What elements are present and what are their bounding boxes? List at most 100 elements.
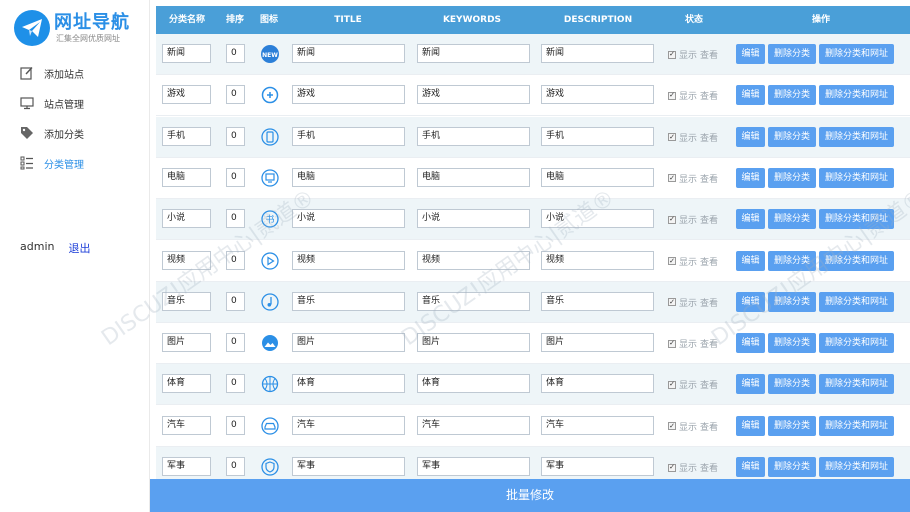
delete-category-button[interactable]: 删除分类: [768, 374, 816, 395]
category-name-input[interactable]: 手机: [162, 126, 211, 146]
edit-button[interactable]: 编辑: [736, 209, 765, 230]
sort-input[interactable]: 0: [226, 333, 245, 353]
show-checkbox[interactable]: ✓: [668, 422, 676, 431]
sidebar-item-category-manage[interactable]: 分类管理: [18, 148, 84, 178]
status-view-link[interactable]: 查看: [700, 172, 718, 185]
delete-category-button[interactable]: 删除分类: [768, 126, 816, 147]
category-name-input[interactable]: 汽车: [162, 415, 211, 435]
show-checkbox[interactable]: ✓: [668, 174, 676, 183]
sort-input[interactable]: 0: [226, 457, 245, 476]
edit-button[interactable]: 编辑: [736, 291, 765, 312]
title-input[interactable]: 汽车: [292, 415, 405, 435]
category-name-input[interactable]: 新闻: [162, 44, 211, 63]
game-icon[interactable]: [260, 85, 280, 105]
logo[interactable]: 网址导航 汇集全网优质网址: [14, 8, 144, 48]
category-name-input[interactable]: 视频: [162, 250, 211, 270]
book-icon[interactable]: 书: [260, 209, 280, 229]
delete-category-button[interactable]: 删除分类: [768, 44, 816, 64]
edit-button[interactable]: 编辑: [736, 415, 765, 436]
status-view-link[interactable]: 查看: [700, 378, 718, 391]
title-input[interactable]: 小说: [292, 209, 405, 229]
title-input[interactable]: 音乐: [292, 291, 405, 311]
status-view-link[interactable]: 查看: [700, 213, 718, 226]
description-input[interactable]: 电脑: [541, 167, 654, 187]
description-input[interactable]: 视频: [541, 250, 654, 270]
category-name-input[interactable]: 小说: [162, 209, 211, 229]
delete-category-and-sites-button[interactable]: 删除分类和网址: [819, 457, 894, 477]
title-input[interactable]: 游戏: [292, 85, 405, 105]
description-input[interactable]: 音乐: [541, 291, 654, 311]
description-input[interactable]: 汽车: [541, 415, 654, 435]
delete-category-and-sites-button[interactable]: 删除分类和网址: [819, 126, 894, 147]
description-input[interactable]: 军事: [541, 457, 654, 476]
title-input[interactable]: 体育: [292, 374, 405, 394]
delete-category-button[interactable]: 删除分类: [768, 209, 816, 230]
edit-button[interactable]: 编辑: [736, 457, 765, 477]
title-input[interactable]: 军事: [292, 457, 405, 476]
delete-category-button[interactable]: 删除分类: [768, 333, 816, 354]
delete-category-and-sites-button[interactable]: 删除分类和网址: [819, 44, 894, 64]
sidebar-item-add-site[interactable]: 添加站点: [18, 58, 84, 88]
title-input[interactable]: 电脑: [292, 167, 405, 187]
delete-category-and-sites-button[interactable]: 删除分类和网址: [819, 167, 894, 188]
delete-category-button[interactable]: 删除分类: [768, 250, 816, 271]
title-input[interactable]: 新闻: [292, 44, 405, 63]
keywords-input[interactable]: 视频: [417, 250, 530, 270]
sort-input[interactable]: 0: [226, 44, 245, 63]
play-icon[interactable]: [260, 251, 280, 271]
category-name-input[interactable]: 游戏: [162, 85, 211, 105]
picture-icon[interactable]: [260, 333, 280, 353]
description-input[interactable]: 新闻: [541, 44, 654, 63]
car-icon[interactable]: [260, 416, 280, 436]
sort-input[interactable]: 0: [226, 374, 245, 394]
delete-category-and-sites-button[interactable]: 删除分类和网址: [819, 85, 894, 106]
show-checkbox[interactable]: ✓: [668, 380, 676, 389]
delete-category-and-sites-button[interactable]: 删除分类和网址: [819, 415, 894, 436]
status-view-link[interactable]: 查看: [700, 48, 718, 61]
category-name-input[interactable]: 电脑: [162, 167, 211, 187]
delete-category-and-sites-button[interactable]: 删除分类和网址: [819, 250, 894, 271]
computer-icon[interactable]: [260, 168, 280, 188]
keywords-input[interactable]: 手机: [417, 126, 530, 146]
keywords-input[interactable]: 军事: [417, 457, 530, 476]
description-input[interactable]: 图片: [541, 333, 654, 353]
delete-category-button[interactable]: 删除分类: [768, 457, 816, 477]
edit-button[interactable]: 编辑: [736, 167, 765, 188]
news-icon[interactable]: NEW: [260, 44, 280, 64]
keywords-input[interactable]: 体育: [417, 374, 530, 394]
sort-input[interactable]: 0: [226, 209, 245, 229]
sort-input[interactable]: 0: [226, 126, 245, 146]
keywords-input[interactable]: 汽车: [417, 415, 530, 435]
keywords-input[interactable]: 图片: [417, 333, 530, 353]
sort-input[interactable]: 0: [226, 250, 245, 270]
status-view-link[interactable]: 查看: [700, 131, 718, 144]
sort-input[interactable]: 0: [226, 415, 245, 435]
delete-category-button[interactable]: 删除分类: [768, 415, 816, 436]
sort-input[interactable]: 0: [226, 291, 245, 311]
status-view-link[interactable]: 查看: [700, 296, 718, 309]
shield-icon[interactable]: [260, 457, 280, 477]
category-name-input[interactable]: 音乐: [162, 291, 211, 311]
title-input[interactable]: 手机: [292, 126, 405, 146]
keywords-input[interactable]: 小说: [417, 209, 530, 229]
show-checkbox[interactable]: ✓: [668, 339, 676, 348]
keywords-input[interactable]: 新闻: [417, 44, 530, 63]
description-input[interactable]: 手机: [541, 126, 654, 146]
delete-category-and-sites-button[interactable]: 删除分类和网址: [819, 374, 894, 395]
description-input[interactable]: 体育: [541, 374, 654, 394]
title-input[interactable]: 视频: [292, 250, 405, 270]
logout-link[interactable]: 退出: [68, 240, 90, 256]
edit-button[interactable]: 编辑: [736, 126, 765, 147]
show-checkbox[interactable]: ✓: [668, 133, 676, 142]
category-name-input[interactable]: 体育: [162, 374, 211, 394]
edit-button[interactable]: 编辑: [736, 333, 765, 354]
delete-category-and-sites-button[interactable]: 删除分类和网址: [819, 209, 894, 230]
music-icon[interactable]: [260, 292, 280, 312]
status-view-link[interactable]: 查看: [700, 255, 718, 268]
show-checkbox[interactable]: ✓: [668, 463, 676, 472]
delete-category-button[interactable]: 删除分类: [768, 85, 816, 106]
sidebar-item-add-category[interactable]: 添加分类: [18, 118, 84, 148]
phone-icon[interactable]: [260, 127, 280, 147]
basketball-icon[interactable]: [260, 374, 280, 394]
show-checkbox[interactable]: ✓: [668, 257, 676, 265]
